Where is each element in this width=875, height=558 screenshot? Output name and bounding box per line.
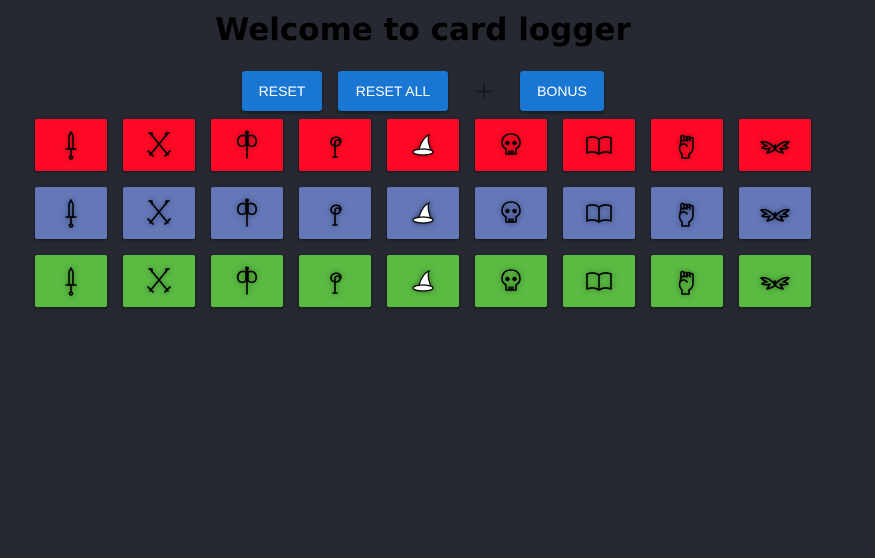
crossed-swords-icon (143, 197, 175, 229)
card-battle-axe[interactable] (211, 255, 283, 307)
bonus-button[interactable]: BONUS (520, 71, 604, 111)
card-spiral-staff[interactable] (299, 187, 371, 239)
fist-icon (671, 129, 703, 161)
card-skull[interactable] (475, 255, 547, 307)
battle-axe-icon (231, 129, 263, 161)
battle-axe-icon (231, 265, 263, 297)
card-spiral-staff[interactable] (299, 255, 371, 307)
card-dagger[interactable] (35, 187, 107, 239)
winged-icon (759, 129, 791, 161)
card-battle-axe[interactable] (211, 187, 283, 239)
skull-icon (495, 129, 527, 161)
card-fist[interactable] (651, 187, 723, 239)
card-skull[interactable] (475, 119, 547, 171)
card-book[interactable] (563, 119, 635, 171)
add-button[interactable]: + (470, 76, 498, 106)
dagger-icon (55, 197, 87, 229)
card-wizard-hat[interactable] (387, 187, 459, 239)
card-fist[interactable] (651, 119, 723, 171)
card-crossed-swords[interactable] (123, 187, 195, 239)
card-book[interactable] (563, 255, 635, 307)
card-battle-axe[interactable] (211, 119, 283, 171)
card-wizard-hat[interactable] (387, 255, 459, 307)
winged-icon (759, 197, 791, 229)
card-winged[interactable] (739, 187, 811, 239)
skull-icon (495, 197, 527, 229)
book-icon (583, 129, 615, 161)
page-title: Welcome to card logger (215, 12, 631, 48)
card-spiral-staff[interactable] (299, 119, 371, 171)
card-winged[interactable] (739, 119, 811, 171)
crossed-swords-icon (143, 265, 175, 297)
card-dagger[interactable] (35, 255, 107, 307)
reset-button[interactable]: RESET (242, 71, 322, 111)
dagger-icon (55, 265, 87, 297)
fist-icon (671, 197, 703, 229)
spiral-staff-icon (319, 265, 351, 297)
spiral-staff-icon (319, 197, 351, 229)
fist-icon (671, 265, 703, 297)
winged-icon (759, 265, 791, 297)
card-fist[interactable] (651, 255, 723, 307)
card-crossed-swords[interactable] (123, 255, 195, 307)
wizard-hat-icon (407, 129, 439, 161)
wizard-hat-icon (407, 197, 439, 229)
reset-all-button[interactable]: RESET ALL (338, 71, 448, 111)
wizard-hat-icon (407, 265, 439, 297)
skull-icon (495, 265, 527, 297)
card-skull[interactable] (475, 187, 547, 239)
card-crossed-swords[interactable] (123, 119, 195, 171)
book-icon (583, 197, 615, 229)
card-book[interactable] (563, 187, 635, 239)
spiral-staff-icon (319, 129, 351, 161)
battle-axe-icon (231, 197, 263, 229)
dagger-icon (55, 129, 87, 161)
book-icon (583, 265, 615, 297)
card-wizard-hat[interactable] (387, 119, 459, 171)
card-dagger[interactable] (35, 119, 107, 171)
crossed-swords-icon (143, 129, 175, 161)
card-winged[interactable] (739, 255, 811, 307)
